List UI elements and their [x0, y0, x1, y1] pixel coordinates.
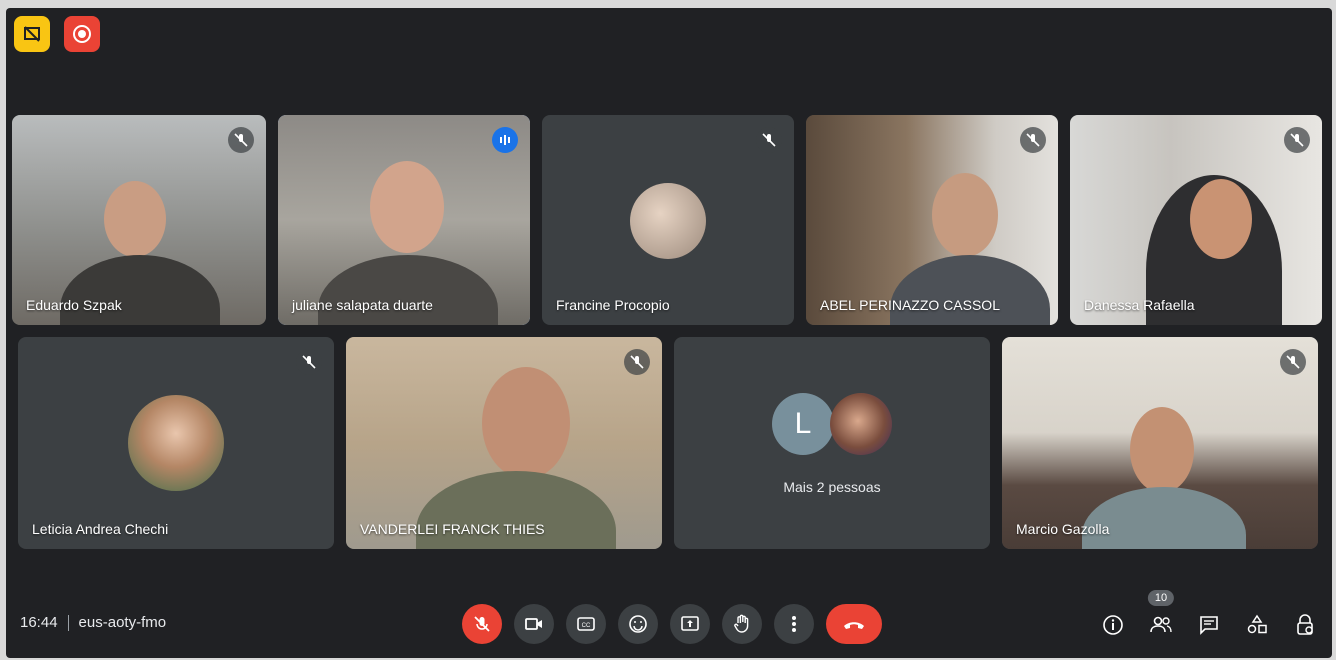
participant-name: Francine Procopio	[556, 297, 670, 313]
leave-call-button[interactable]	[826, 604, 882, 644]
participant-tile-active-speaker[interactable]: juliane salapata duarte	[278, 115, 530, 325]
more-icon	[792, 616, 796, 632]
host-controls-icon	[1297, 614, 1313, 635]
participant-name: Leticia Andrea Chechi	[32, 521, 169, 537]
microphone-button[interactable]	[462, 604, 502, 644]
participant-tile[interactable]: Francine Procopio	[542, 115, 794, 325]
more-participants-label: Mais 2 pessoas	[783, 479, 881, 495]
avatar-letter: L	[772, 393, 834, 455]
reactions-button[interactable]	[618, 604, 658, 644]
hide-tiles-button[interactable]	[14, 16, 50, 52]
meet-window: Eduardo Szpak juliane salapata duarte Fr…	[6, 8, 1332, 658]
emoji-icon	[629, 615, 647, 633]
more-participants-tile[interactable]: L Mais 2 pessoas	[674, 337, 990, 549]
mic-off-icon	[1280, 349, 1306, 375]
more-options-button[interactable]	[774, 604, 814, 644]
avatar	[630, 183, 706, 259]
participant-tile[interactable]: Marcio Gazolla	[1002, 337, 1318, 549]
activities-icon	[1247, 614, 1267, 634]
meeting-code: eus-aoty-fmo	[78, 614, 167, 631]
mic-off-icon	[624, 349, 650, 375]
meeting-time: 16:44	[20, 614, 58, 631]
mic-off-icon	[1284, 127, 1310, 153]
participant-name: Danessa Rafaella	[1084, 297, 1195, 313]
divider	[67, 614, 69, 631]
meeting-details-button[interactable]	[1100, 612, 1126, 638]
participant-name: Eduardo Szpak	[26, 297, 122, 313]
raise-hand-icon	[734, 614, 749, 633]
participant-name: Marcio Gazolla	[1016, 521, 1110, 537]
camera-button[interactable]	[514, 604, 554, 644]
svg-text:CC: CC	[582, 623, 591, 629]
mic-off-icon	[474, 616, 490, 632]
mic-off-icon	[756, 127, 782, 153]
host-controls-button[interactable]	[1292, 612, 1318, 638]
participant-tile[interactable]: ABEL PERINAZZO CASSOL	[806, 115, 1058, 325]
people-icon	[1150, 616, 1172, 633]
people-count-badge: 10	[1147, 590, 1175, 606]
participant-tile[interactable]: Eduardo Szpak	[12, 115, 266, 325]
hide-tiles-icon	[24, 26, 40, 42]
call-controls: CC	[462, 604, 882, 644]
bottom-toolbar: 16:44 eus-aoty-fmo CC 10	[6, 590, 1332, 658]
speaking-indicator-icon	[492, 127, 518, 153]
participant-name: juliane salapata duarte	[292, 297, 433, 313]
hang-up-icon	[844, 622, 864, 629]
mic-off-icon	[228, 127, 254, 153]
avatar	[830, 393, 892, 455]
participant-tile[interactable]: VANDERLEI FRANCK THIES	[346, 337, 662, 549]
info-icon	[1103, 615, 1123, 635]
recording-indicator[interactable]	[64, 16, 100, 52]
participant-tile[interactable]: Leticia Andrea Chechi	[18, 337, 334, 549]
meeting-info: 16:44 eus-aoty-fmo	[20, 614, 166, 631]
side-panel-toggles: 10	[1100, 590, 1318, 638]
present-button[interactable]	[670, 604, 710, 644]
raise-hand-button[interactable]	[722, 604, 762, 644]
present-icon	[681, 616, 699, 631]
participant-name: ABEL PERINAZZO CASSOL	[820, 297, 1000, 313]
mic-off-icon	[1020, 127, 1046, 153]
participant-tile[interactable]: Danessa Rafaella	[1070, 115, 1322, 325]
chat-button[interactable]	[1196, 612, 1222, 638]
mic-off-icon	[296, 349, 322, 375]
captions-icon: CC	[577, 617, 595, 631]
avatar	[128, 395, 224, 491]
camera-icon	[525, 618, 542, 630]
captions-button[interactable]: CC	[566, 604, 606, 644]
participant-name: VANDERLEI FRANCK THIES	[360, 521, 545, 537]
chat-icon	[1200, 616, 1218, 635]
activities-button[interactable]	[1244, 612, 1270, 638]
people-button[interactable]: 10	[1147, 590, 1175, 638]
record-icon	[73, 25, 91, 43]
